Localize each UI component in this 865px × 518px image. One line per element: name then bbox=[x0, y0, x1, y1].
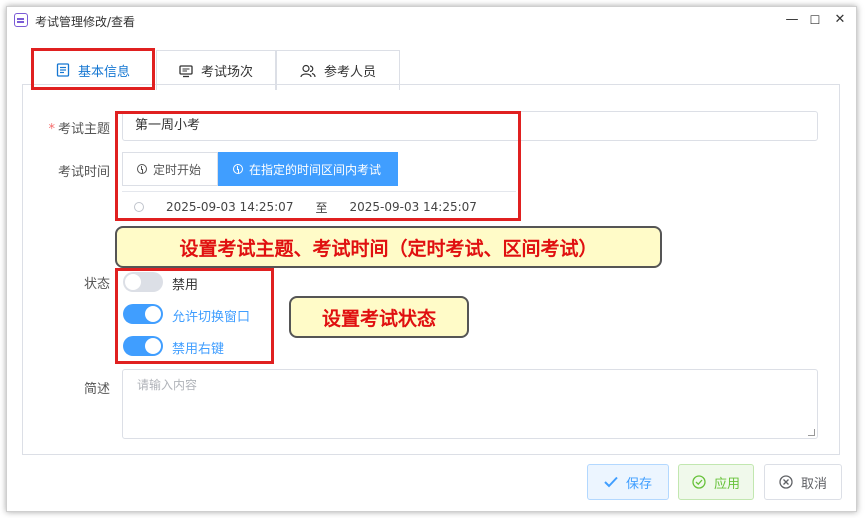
apply-button-label: 应用 bbox=[713, 476, 740, 492]
cancel-button[interactable]: 取消 bbox=[764, 464, 842, 500]
tab-exam-sessions-label: 考试场次 bbox=[200, 65, 253, 80]
tab-participants-label: 参考人员 bbox=[323, 65, 376, 80]
cancel-button-label: 取消 bbox=[800, 476, 827, 492]
callout-subject-time: 设置考试主题、考试时间（定时考试、区间考试） bbox=[115, 226, 662, 268]
status-label: 状态 bbox=[83, 277, 110, 292]
users-icon bbox=[300, 64, 316, 78]
check-icon bbox=[604, 476, 618, 488]
required-mark: * bbox=[48, 122, 55, 137]
highlight-status bbox=[115, 268, 274, 364]
app-icon bbox=[14, 13, 28, 27]
subject-label-text: 考试主题 bbox=[57, 122, 110, 137]
save-button[interactable]: 保存 bbox=[587, 464, 669, 500]
resize-grip-icon[interactable] bbox=[808, 429, 815, 436]
desc-label: 简述 bbox=[83, 382, 110, 397]
time-label: 考试时间 bbox=[57, 165, 110, 180]
callout-status: 设置考试状态 bbox=[289, 296, 469, 338]
description-textarea[interactable]: 请输入内容 bbox=[122, 369, 818, 439]
minimize-icon[interactable]: — bbox=[781, 10, 803, 30]
window-title: 考试管理修改/查看 bbox=[35, 15, 136, 29]
save-button-label: 保存 bbox=[625, 476, 652, 492]
check-circle-icon bbox=[692, 475, 706, 489]
close-icon[interactable]: ✕ bbox=[829, 10, 851, 30]
subject-label: * 考试主题 bbox=[30, 118, 110, 137]
monitor-icon bbox=[179, 64, 193, 78]
close-circle-icon bbox=[779, 475, 793, 489]
maximize-icon[interactable]: ☐ bbox=[804, 10, 826, 30]
highlight-subject-time bbox=[115, 111, 521, 221]
description-placeholder: 请输入内容 bbox=[137, 378, 198, 392]
apply-button[interactable]: 应用 bbox=[678, 464, 754, 500]
title-bar: 考试管理修改/查看 — ☐ ✕ bbox=[7, 7, 856, 35]
highlight-basic-info-tab bbox=[31, 48, 155, 90]
